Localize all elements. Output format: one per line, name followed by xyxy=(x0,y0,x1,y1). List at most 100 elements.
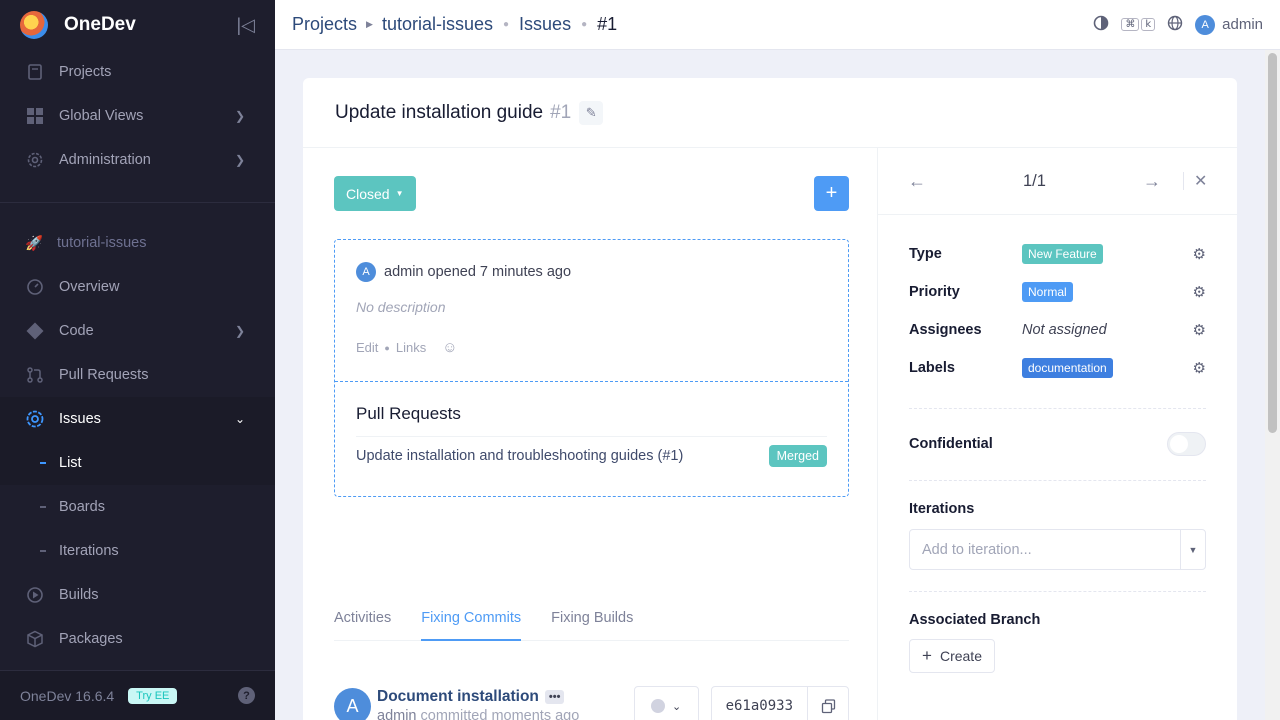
top-right-tools: ⌘ k A admin xyxy=(1093,14,1263,35)
arrow-right-icon[interactable]: → xyxy=(1143,171,1161,192)
iterations-title: Iterations xyxy=(909,501,975,517)
iteration-select[interactable]: Add to iteration... ▼ xyxy=(909,529,1206,570)
sidebar-item-overview[interactable]: Overview xyxy=(0,265,275,309)
chevron-down-icon: ⌄ xyxy=(671,700,682,713)
tab-fixing-commits[interactable]: Fixing Commits xyxy=(421,599,522,641)
separator-dot: ● xyxy=(384,342,390,353)
chevron-right-icon: ❯ xyxy=(234,109,245,123)
try-ee-badge[interactable]: Try EE xyxy=(128,687,178,704)
issues-icon xyxy=(25,409,45,429)
sidebar-item-iterations[interactable]: Iterations xyxy=(0,529,275,573)
create-label: Create xyxy=(939,648,982,664)
tab-activities[interactable]: Activities xyxy=(334,599,391,641)
chevron-right-icon: ❯ xyxy=(234,324,245,338)
description-actions: Edit ● Links ☺ xyxy=(356,339,827,356)
commit-message[interactable]: Document installation xyxy=(377,688,539,706)
collapse-sidebar-icon[interactable]: |◁ xyxy=(236,15,255,36)
edit-pencil-icon[interactable]: ✎ xyxy=(579,100,604,125)
help-icon[interactable]: ? xyxy=(238,687,255,704)
links-link[interactable]: Links xyxy=(396,340,426,355)
issue-side-panel: ← 1/1 → ✕ Type New Feature ⚙ Priority No… xyxy=(878,148,1237,720)
sidebar-footer: OneDev 16.6.4 Try EE ? xyxy=(0,670,275,720)
globe-icon[interactable] xyxy=(1167,15,1183,34)
issue-main: Closed ▼ + A admin opened 7 minutes ago … xyxy=(303,148,878,720)
issue-pager: ← 1/1 → ✕ xyxy=(878,148,1237,215)
sidebar-item-list[interactable]: List xyxy=(0,441,275,485)
more-icon[interactable]: ••• xyxy=(544,690,565,704)
tab-fixing-builds[interactable]: Fixing Builds xyxy=(551,599,633,641)
sidebar-item-label: Builds xyxy=(59,587,99,603)
build-status-dropdown[interactable]: ⌄ xyxy=(633,685,699,720)
k-key: k xyxy=(1141,18,1156,31)
state-dropdown-button[interactable]: Closed ▼ xyxy=(334,176,416,211)
bullet-dash xyxy=(40,506,46,508)
opener-line: A admin opened 7 minutes ago xyxy=(356,262,827,282)
sidebar-item-projects[interactable]: Projects xyxy=(0,50,275,94)
commit-hash[interactable]: e61a0933 xyxy=(712,686,808,720)
project-title[interactable]: 🚀 tutorial-issues xyxy=(0,221,275,265)
commit-author[interactable]: admin xyxy=(377,708,417,720)
copy-icon[interactable] xyxy=(808,687,848,720)
gear-icon[interactable]: ⚙ xyxy=(1193,283,1206,301)
sidebar-item-boards[interactable]: Boards xyxy=(0,485,275,529)
breadcrumb-project[interactable]: tutorial-issues xyxy=(382,14,493,35)
sidebar-item-label: Boards xyxy=(59,499,105,515)
sidebar-item-label: Projects xyxy=(59,64,112,80)
caret-down-icon[interactable]: ▼ xyxy=(1180,530,1205,569)
commit-meta: admin committed moments ago xyxy=(377,708,579,720)
separator-dot: ● xyxy=(503,19,510,30)
sidebar-item-issues[interactable]: Issues ⌄ xyxy=(0,397,275,441)
sidebar-item-global-views[interactable]: Global Views ❯ xyxy=(0,94,275,138)
add-button[interactable]: + xyxy=(814,176,849,211)
top-bar: Projects ▶ tutorial-issues ● Issues ● #1… xyxy=(275,0,1280,50)
gear-icon[interactable]: ⚙ xyxy=(1193,359,1206,377)
property-label: Priority xyxy=(909,284,960,300)
pull-requests-title: Pull Requests xyxy=(356,404,827,437)
pull-request-link[interactable]: Update installation and troubleshooting … xyxy=(356,448,683,464)
state-label: Closed xyxy=(346,185,390,202)
iterations-section: Iterations Add to iteration... ▼ xyxy=(909,480,1206,570)
cmd-key: ⌘ xyxy=(1121,18,1140,31)
brand[interactable]: OneDev |◁ xyxy=(0,0,275,50)
sidebar-item-administration[interactable]: Administration ❯ xyxy=(0,138,275,182)
close-icon[interactable]: ✕ xyxy=(1194,171,1207,191)
arrow-left-icon[interactable]: ← xyxy=(908,171,926,192)
sidebar: OneDev |◁ Projects Global Views ❯ Admini… xyxy=(0,0,275,720)
associated-branch-title: Associated Branch xyxy=(909,612,1041,628)
add-reaction-icon[interactable]: ☺ xyxy=(442,339,457,356)
type-badge: New Feature xyxy=(1022,244,1103,264)
status-circle-icon xyxy=(650,699,665,713)
breadcrumb-current: #1 xyxy=(597,14,618,34)
gear-icon[interactable]: ⚙ xyxy=(1193,245,1206,263)
gear-icon[interactable]: ⚙ xyxy=(1193,321,1206,339)
priority-badge: Normal xyxy=(1022,282,1073,302)
edit-link[interactable]: Edit xyxy=(356,340,378,355)
caret-right-icon: ▶ xyxy=(366,19,373,29)
brand-name: OneDev xyxy=(64,14,136,35)
sidebar-item-code[interactable]: Code ❯ xyxy=(0,309,275,353)
issue-title: Update installation guide xyxy=(335,101,544,123)
sidebar-item-pull-requests[interactable]: Pull Requests xyxy=(0,353,275,397)
scrollbar-thumb[interactable] xyxy=(1268,53,1277,433)
pull-request-icon xyxy=(25,365,45,385)
breadcrumb-projects[interactable]: Projects xyxy=(292,14,357,35)
property-labels: Labels documentation ⚙ xyxy=(909,349,1206,387)
sidebar-item-label: Pull Requests xyxy=(59,367,149,383)
sidebar-item-builds[interactable]: Builds xyxy=(0,573,275,617)
confidential-section: Confidential xyxy=(909,408,1206,459)
commit-info: Document installation ••• admin committe… xyxy=(377,688,579,720)
user-menu[interactable]: A admin xyxy=(1195,14,1263,35)
no-description-text: No description xyxy=(356,299,446,315)
create-branch-button[interactable]: + Create xyxy=(909,639,995,673)
page-scrollbar[interactable] xyxy=(1265,50,1280,720)
confidential-toggle[interactable] xyxy=(1167,432,1206,456)
assignees-value: Not assigned xyxy=(1022,322,1107,338)
sidebar-item-packages[interactable]: Packages xyxy=(0,617,275,661)
theme-toggle-icon[interactable] xyxy=(1093,15,1109,34)
associated-branch-section: Associated Branch + Create xyxy=(909,591,1206,673)
chevron-down-icon: ⌄ xyxy=(234,412,245,426)
status-badge: Merged xyxy=(768,445,827,467)
breadcrumb-issues[interactable]: Issues xyxy=(519,14,571,35)
command-palette-shortcut[interactable]: ⌘ k xyxy=(1121,18,1156,31)
iteration-placeholder: Add to iteration... xyxy=(922,541,1032,558)
